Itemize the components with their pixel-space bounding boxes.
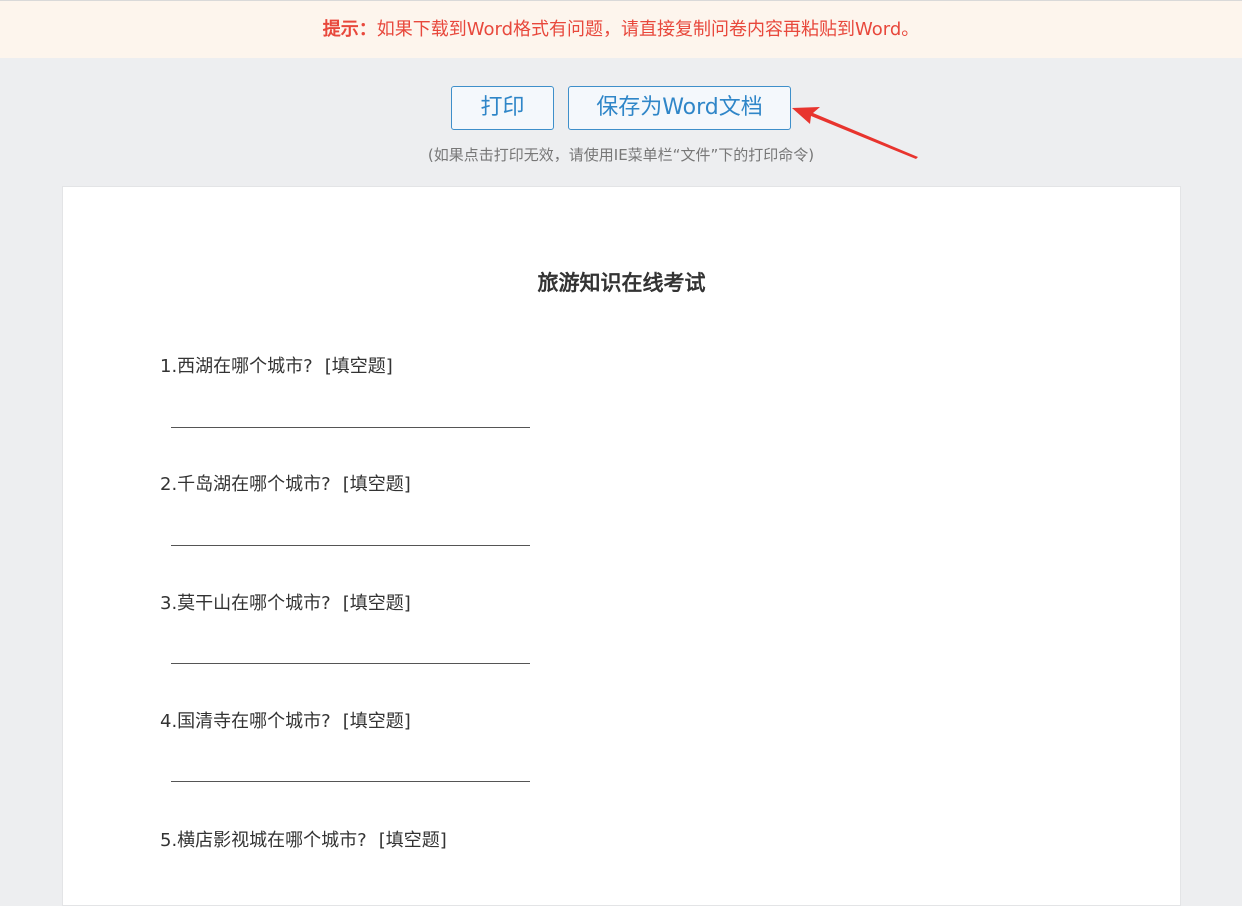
question-item: 3.莫干山在哪个城市? [填空题] (160, 592, 411, 616)
exam-title: 旅游知识在线考试 (537, 271, 706, 295)
answer-blank[interactable] (171, 545, 530, 546)
question-item: 4.国清寺在哪个城市? [填空题] (160, 710, 411, 734)
question-text: 1.西湖在哪个城市? (160, 356, 313, 377)
question-text: 5.横店影视城在哪个城市? (160, 830, 367, 851)
tip-banner: 提示：如果下载到Word格式有问题，请直接复制问卷内容再粘贴到Word。 (0, 0, 1242, 58)
answer-blank[interactable] (171, 427, 530, 428)
tip-label: 提示： (322, 19, 377, 40)
answer-blank[interactable] (171, 781, 530, 782)
question-type: [填空题] (342, 474, 411, 495)
question-item: 2.千岛湖在哪个城市? [填空题] (160, 473, 411, 497)
exam-sheet: 旅游知识在线考试 1.西湖在哪个城市? [填空题] 2.千岛湖在哪个城市? [填空题… (62, 186, 1181, 906)
question-item: 1.西湖在哪个城市? [填空题] (160, 355, 393, 379)
question-text: 2.千岛湖在哪个城市? (160, 474, 331, 495)
question-text: 3.莫干山在哪个城市? (160, 593, 331, 614)
answer-blank[interactable] (171, 663, 530, 664)
question-type: [填空题] (342, 593, 411, 614)
save-as-word-button[interactable]: 保存为Word文档 (568, 86, 791, 130)
question-type: [填空题] (342, 711, 411, 732)
print-button[interactable]: 打印 (451, 86, 554, 130)
question-text: 4.国清寺在哪个城市? (160, 711, 331, 732)
question-type: [填空题] (324, 356, 393, 377)
question-type: [填空题] (378, 830, 447, 851)
print-hint: (如果点击打印无效，请使用IE菜单栏“文件”下的打印命令) (427, 146, 815, 164)
question-item: 5.横店影视城在哪个城市? [填空题] (160, 829, 447, 853)
tip-text: 如果下载到Word格式有问题，请直接复制问卷内容再粘贴到Word。 (376, 19, 920, 40)
